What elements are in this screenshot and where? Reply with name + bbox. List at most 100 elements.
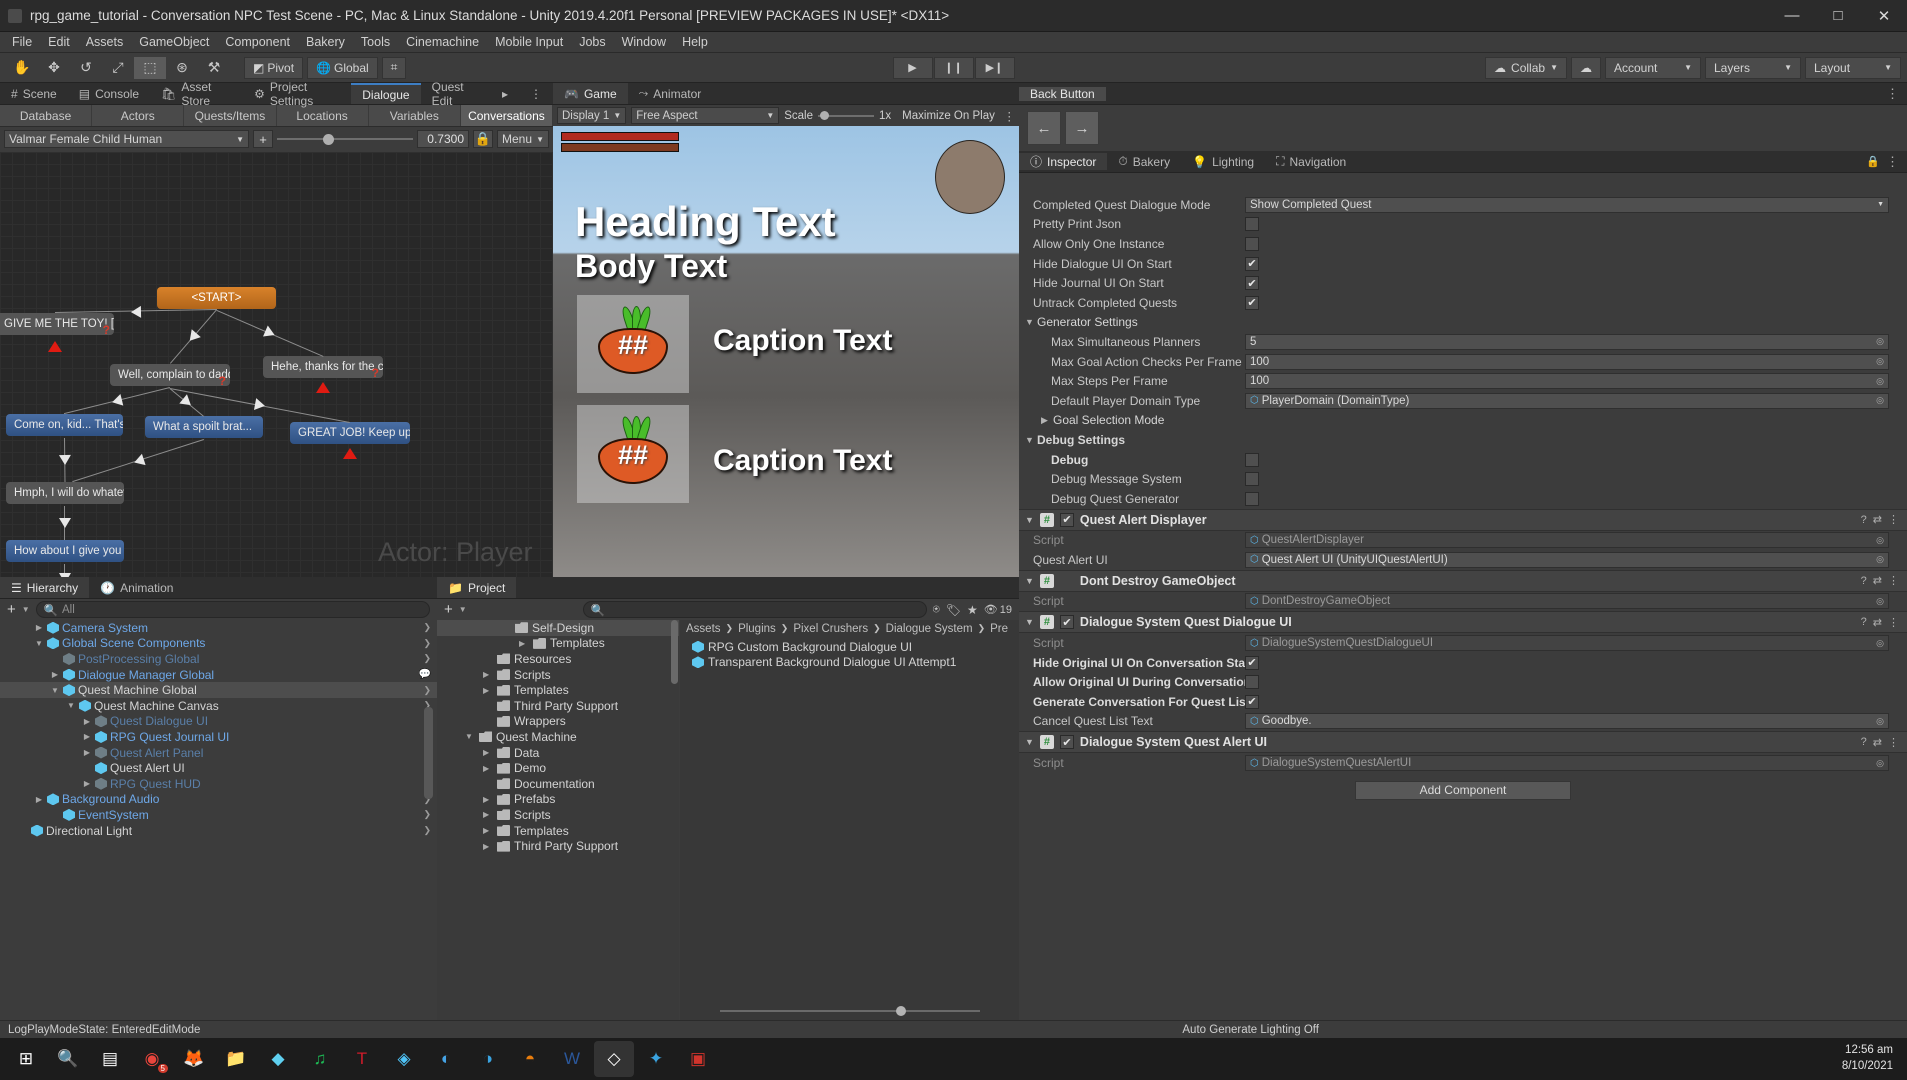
tag-icon[interactable]: 🏷 [946,603,961,617]
taskbar-vscode[interactable]: ✦ [636,1041,676,1077]
project-zoom-slider[interactable] [680,1006,1019,1016]
checkbox[interactable] [1245,472,1259,487]
preset-icon[interactable]: ⇄ [1873,574,1882,587]
disclosure-triangle-icon[interactable]: ▶ [34,795,44,804]
hierarchy-item[interactable]: Quest Alert UI❯ [0,760,437,776]
panel-options-icon[interactable]: ⋮ [1886,86,1907,102]
breadcrumb-item[interactable]: Pre [990,623,1008,635]
dialogue-node[interactable]: Hehe, thanks for the cooki? [263,356,383,378]
tab-scene[interactable]: # Scene [0,83,68,104]
help-icon[interactable]: ? [1861,514,1867,526]
chevron-down-icon[interactable]: ▼ [22,605,30,614]
tab-inspector[interactable]: ⓘ Inspector [1019,153,1108,170]
disclosure-triangle-icon[interactable]: ▼ [34,639,44,648]
taskbar-windows-start[interactable]: ⊞ [6,1041,46,1077]
tab-asset-store[interactable]: 🛍 Asset Store [150,80,244,108]
component-enabled-checkbox[interactable]: ✔ [1059,615,1074,630]
asset-row[interactable]: RPG Custom Background Dialogue UI [680,639,1019,655]
tab-hierarchy[interactable]: ☰ Hierarchy [0,577,90,598]
hierarchy-item[interactable]: ▼ Quest Machine Canvas ❯ [0,698,437,714]
hierarchy-item[interactable]: PostProcessing Global ❯ [0,651,437,667]
tab-back-button[interactable]: Back Button [1019,86,1106,101]
project-tree-row[interactable]: ▶ Third Party Support [437,838,679,854]
hierarchy-item[interactable]: EventSystem ❯ [0,807,437,823]
property-value[interactable]: Show Completed Quest ▼ [1245,196,1889,213]
taskbar-app[interactable]: ◐ [426,1041,466,1077]
dialogue-node-canvas[interactable]: <START>GIVE ME THE TOY! [END]?Well, comp… [0,152,553,577]
property-value[interactable]: 100 ◎ [1245,353,1889,370]
checkbox[interactable] [1245,217,1259,232]
chevron-down-icon[interactable]: ▼ [459,605,467,614]
hierarchy-item[interactable]: ▼ Global Scene Components ❯ [0,636,437,652]
property-value[interactable]: 5 ◎ [1245,333,1889,350]
menu-file[interactable]: File [4,32,40,53]
dialogue-node[interactable]: Well, complain to daddy if? [110,364,230,386]
menu-bakery[interactable]: Bakery [298,32,353,53]
inspector-foldout[interactable]: ▼ Debug Settings [1019,430,1907,450]
project-tree-row[interactable]: ▶ Prefabs [437,792,679,808]
row-chevron-icon[interactable]: ❯ [423,685,431,696]
disclosure-triangle-icon[interactable]: ▶ [483,670,493,679]
item-slot-2[interactable]: ## [577,405,689,503]
panel-options-icon[interactable]: ⋮ [519,83,553,104]
object-picker-icon[interactable]: ◎ [1876,376,1884,387]
breadcrumb-item[interactable]: Dialogue System [886,623,973,635]
disclosure-triangle-icon[interactable]: ▶ [483,795,493,804]
preset-icon[interactable]: ⇄ [1873,513,1882,526]
component-options-icon[interactable]: ⋮ [1888,574,1899,587]
preset-icon[interactable]: ⇄ [1873,736,1882,749]
project-tree-row[interactable]: ▶ Data [437,745,679,761]
property-value[interactable]: ⬡ Quest Alert UI (UnityUIQuestAlertUI) ◎ [1245,551,1889,568]
hierarchy-search-input[interactable]: 🔍 All [35,601,430,618]
disclosure-triangle-icon[interactable]: ▶ [519,639,529,648]
project-asset-list[interactable]: RPG Custom Background Dialogue UI Transpa… [680,637,1019,670]
tab-console[interactable]: ▤ Console [67,83,151,104]
panel-options-icon[interactable]: ⋮ [1886,154,1907,170]
project-search-input[interactable]: 🔍 [582,601,927,618]
dialogue-menu-button[interactable]: Menu ▼ [497,130,549,148]
scale-slider-knob[interactable] [820,111,830,120]
minimize-button[interactable]: — [1769,0,1815,31]
project-tree-row[interactable]: Resources [437,651,679,667]
create-button[interactable]: + [444,601,453,618]
project-tree-row[interactable]: ▼ Quest Machine [437,729,679,745]
inspector-foldout[interactable]: ▼ Generator Settings [1019,313,1907,333]
breadcrumb-item[interactable]: Plugins [738,623,776,635]
component-header[interactable]: ▼ # ✔ Quest Alert Displayer? ⇄ ⋮ [1019,508,1907,531]
breadcrumb-item[interactable]: Assets [686,623,721,635]
property-value[interactable]: ⬡ QuestAlertDisplayer ◎ [1245,532,1889,549]
maximize-button[interactable]: □ [1815,0,1861,31]
taskbar-pdf[interactable]: ▣ [678,1041,718,1077]
dialogue-node[interactable]: How about I give you some [6,540,124,562]
disclosure-triangle-icon[interactable]: ▶ [483,810,493,819]
row-chevron-icon[interactable]: ❯ [423,825,431,836]
object-picker-icon[interactable]: ◎ [1876,716,1884,727]
taskbar-edge[interactable]: ◑ [468,1041,508,1077]
display-selector[interactable]: Display 1 ▼ [557,107,627,124]
project-tree-row[interactable]: Documentation [437,776,679,792]
move-tool-icon[interactable]: ✥ [38,56,70,79]
game-options-icon[interactable]: ⋮ [1004,109,1016,123]
game-render-view[interactable]: Heading Text Body Text ## ## Caption Tex… [553,126,1019,577]
avatar-icon[interactable]: ⍟ [933,602,940,617]
object-picker-icon[interactable]: ◎ [1876,356,1884,367]
taskbar-word[interactable]: W [552,1041,592,1077]
project-tree-scrollbar[interactable] [671,620,678,684]
dialogue-node[interactable]: <START> [157,287,276,309]
scale-slider[interactable] [818,107,875,125]
conversation-dropdown[interactable]: Valmar Female Child Human ▼ [4,130,249,148]
subtab-variables[interactable]: Variables [369,105,461,126]
disclosure-triangle-icon[interactable]: ▼ [1025,576,1034,586]
asset-row[interactable]: Transparent Background Dialogue UI Attem… [680,655,1019,671]
property-value[interactable]: ⬡ DialogueSystemQuestDialogueUI ◎ [1245,635,1889,652]
component-options-icon[interactable]: ⋮ [1888,616,1899,629]
tab-project[interactable]: 📁 Project [437,577,517,598]
checkbox[interactable] [1245,491,1259,506]
menu-mobile-input[interactable]: Mobile Input [487,32,571,53]
project-tree-row[interactable]: ▶ Scripts [437,807,679,823]
lock-icon[interactable]: 🔒 [473,130,493,148]
object-picker-icon[interactable]: ◎ [1876,554,1884,565]
disclosure-triangle-icon[interactable]: ▶ [1041,415,1053,426]
checkbox[interactable]: ✔ [1245,256,1259,271]
zoom-slider[interactable] [277,130,413,148]
